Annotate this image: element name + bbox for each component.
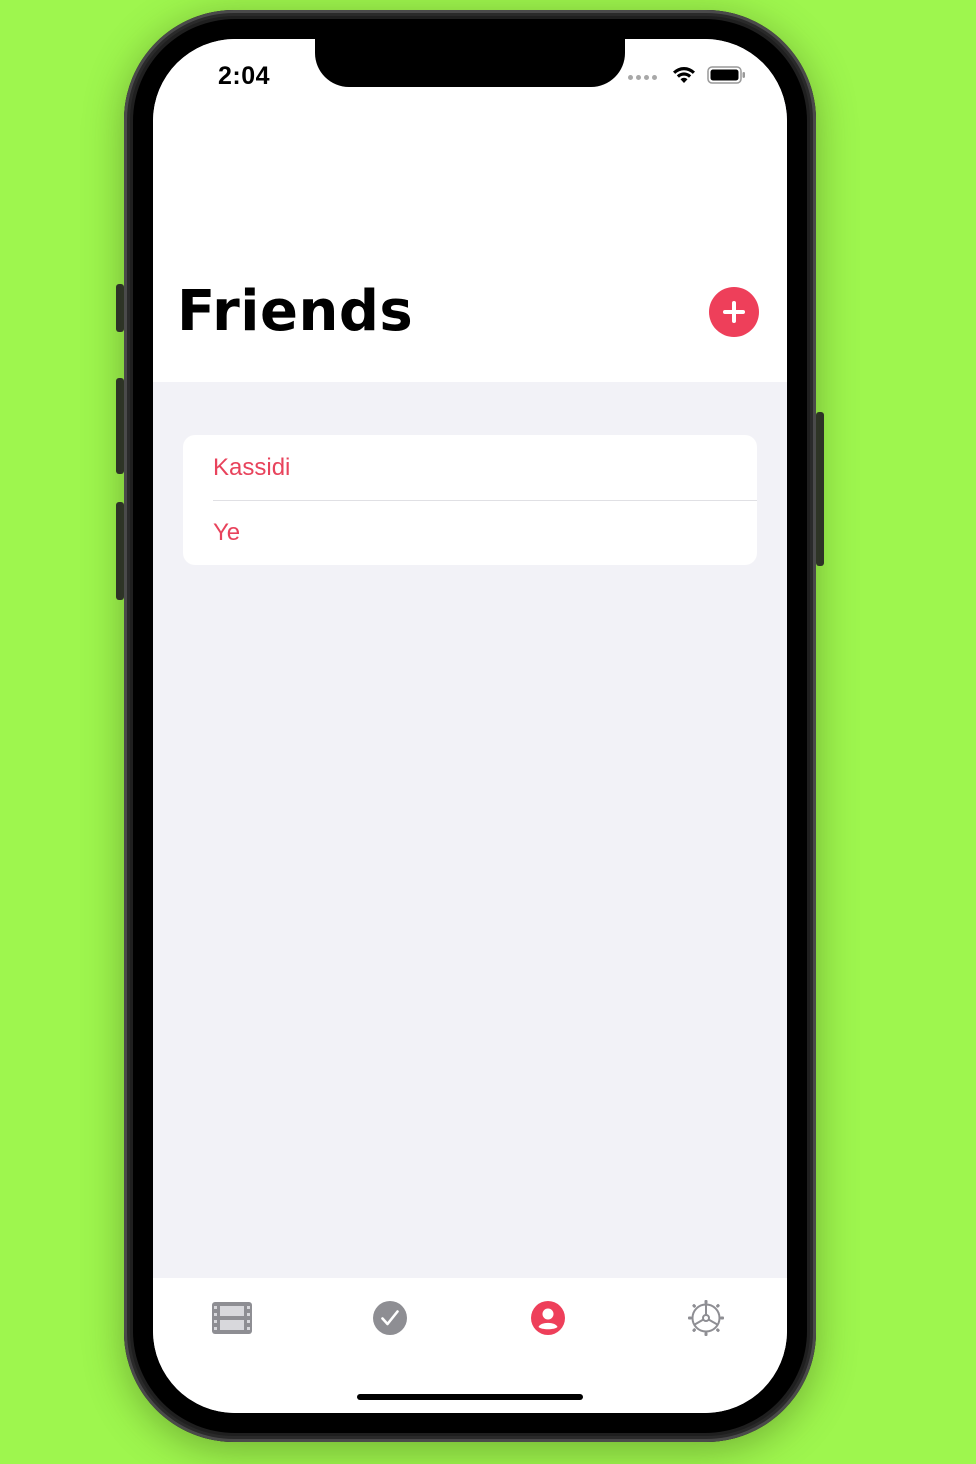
power-button [816, 412, 824, 566]
tab-watched[interactable] [360, 1298, 420, 1338]
status-indicators [628, 65, 747, 90]
cellular-signal-icon [628, 75, 657, 80]
wifi-icon [671, 65, 697, 90]
app-screen: 2:04 Friends Kassidi Ye [153, 39, 787, 1413]
navigation-header: 2:04 Friends [153, 39, 787, 382]
film-icon [212, 1302, 252, 1334]
tab-bar [153, 1278, 787, 1413]
home-indicator[interactable] [357, 1394, 583, 1400]
volume-down-button [116, 502, 124, 600]
battery-icon [707, 65, 747, 90]
notch [315, 39, 625, 87]
gear-icon [688, 1300, 724, 1336]
person-circle-icon [531, 1301, 565, 1335]
tab-settings[interactable] [676, 1298, 736, 1338]
status-time: 2:04 [218, 62, 271, 90]
stage: 2:04 Friends Kassidi Ye [0, 0, 976, 1464]
friends-list: Kassidi Ye [183, 435, 757, 565]
checkmark-circle-icon [373, 1301, 407, 1335]
friend-name: Ye [213, 518, 241, 546]
silent-switch [116, 284, 124, 332]
list-item[interactable]: Kassidi [183, 435, 757, 500]
list-item[interactable]: Ye [183, 500, 757, 565]
tab-films[interactable] [202, 1298, 262, 1338]
friend-name: Kassidi [213, 453, 291, 481]
volume-up-button [116, 378, 124, 474]
tab-friends[interactable] [518, 1298, 578, 1338]
page-title: Friends [177, 279, 414, 344]
add-friend-button[interactable] [709, 287, 759, 337]
plus-icon [723, 301, 745, 323]
